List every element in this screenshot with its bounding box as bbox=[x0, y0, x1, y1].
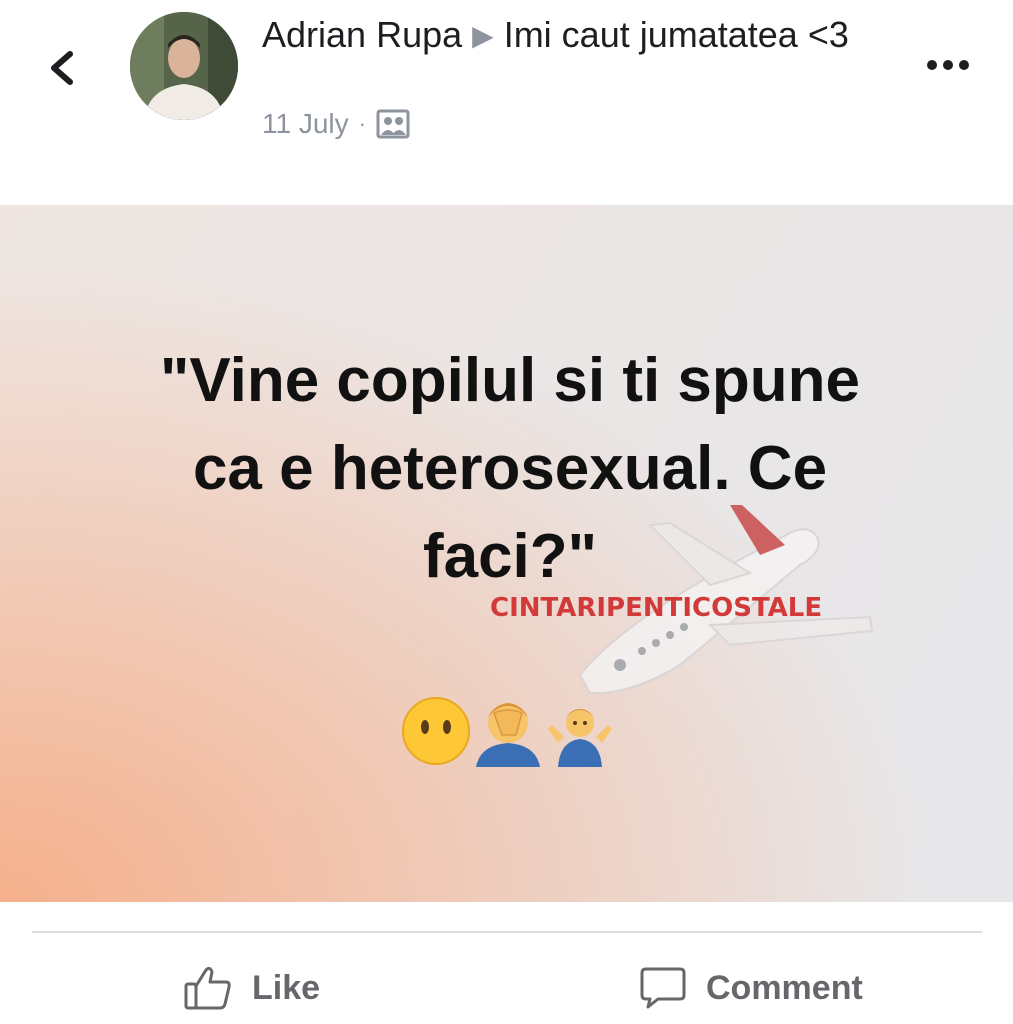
like-button[interactable]: Like bbox=[182, 955, 320, 1021]
divider bbox=[32, 931, 982, 933]
ellipsis-icon bbox=[927, 60, 969, 70]
group-audience-icon bbox=[376, 108, 410, 140]
post-date[interactable]: 11 July bbox=[262, 108, 349, 140]
back-button[interactable] bbox=[40, 40, 90, 96]
speech-bubble-icon bbox=[640, 967, 686, 1009]
avatar[interactable] bbox=[130, 12, 238, 120]
separator-arrow-icon: ▶ bbox=[472, 20, 494, 51]
post-meta: 11 July · bbox=[262, 108, 410, 140]
post-title: Adrian Rupa ▶ Imi caut jumatatea <3 bbox=[262, 12, 902, 59]
post-image[interactable]: "Vine copilul si ti spune ca e heterosex… bbox=[0, 205, 1013, 902]
group-name[interactable]: Imi caut jumatatea <3 bbox=[504, 14, 849, 55]
post-header: Adrian Rupa ▶ Imi caut jumatatea <3 11 Jul… bbox=[0, 0, 1013, 205]
facepalm-emoji-icon bbox=[472, 695, 544, 767]
meta-dot: · bbox=[358, 111, 366, 136]
shrug-emoji-icon bbox=[544, 695, 616, 767]
no-mouth-face-emoji-icon bbox=[400, 695, 472, 767]
author-name[interactable]: Adrian Rupa bbox=[262, 14, 462, 55]
watermark-text: CINTARIPENTICOSTALE bbox=[490, 593, 823, 623]
like-label: Like bbox=[252, 968, 321, 1007]
comment-label: Comment bbox=[706, 968, 863, 1007]
chevron-left-icon bbox=[51, 51, 73, 85]
comment-button[interactable]: Comment bbox=[638, 955, 863, 1021]
thumbs-up-icon bbox=[184, 966, 231, 1010]
more-options-button[interactable] bbox=[918, 50, 978, 80]
post-quote-text: "Vine copilul si ti spune ca e heterosex… bbox=[159, 346, 861, 591]
